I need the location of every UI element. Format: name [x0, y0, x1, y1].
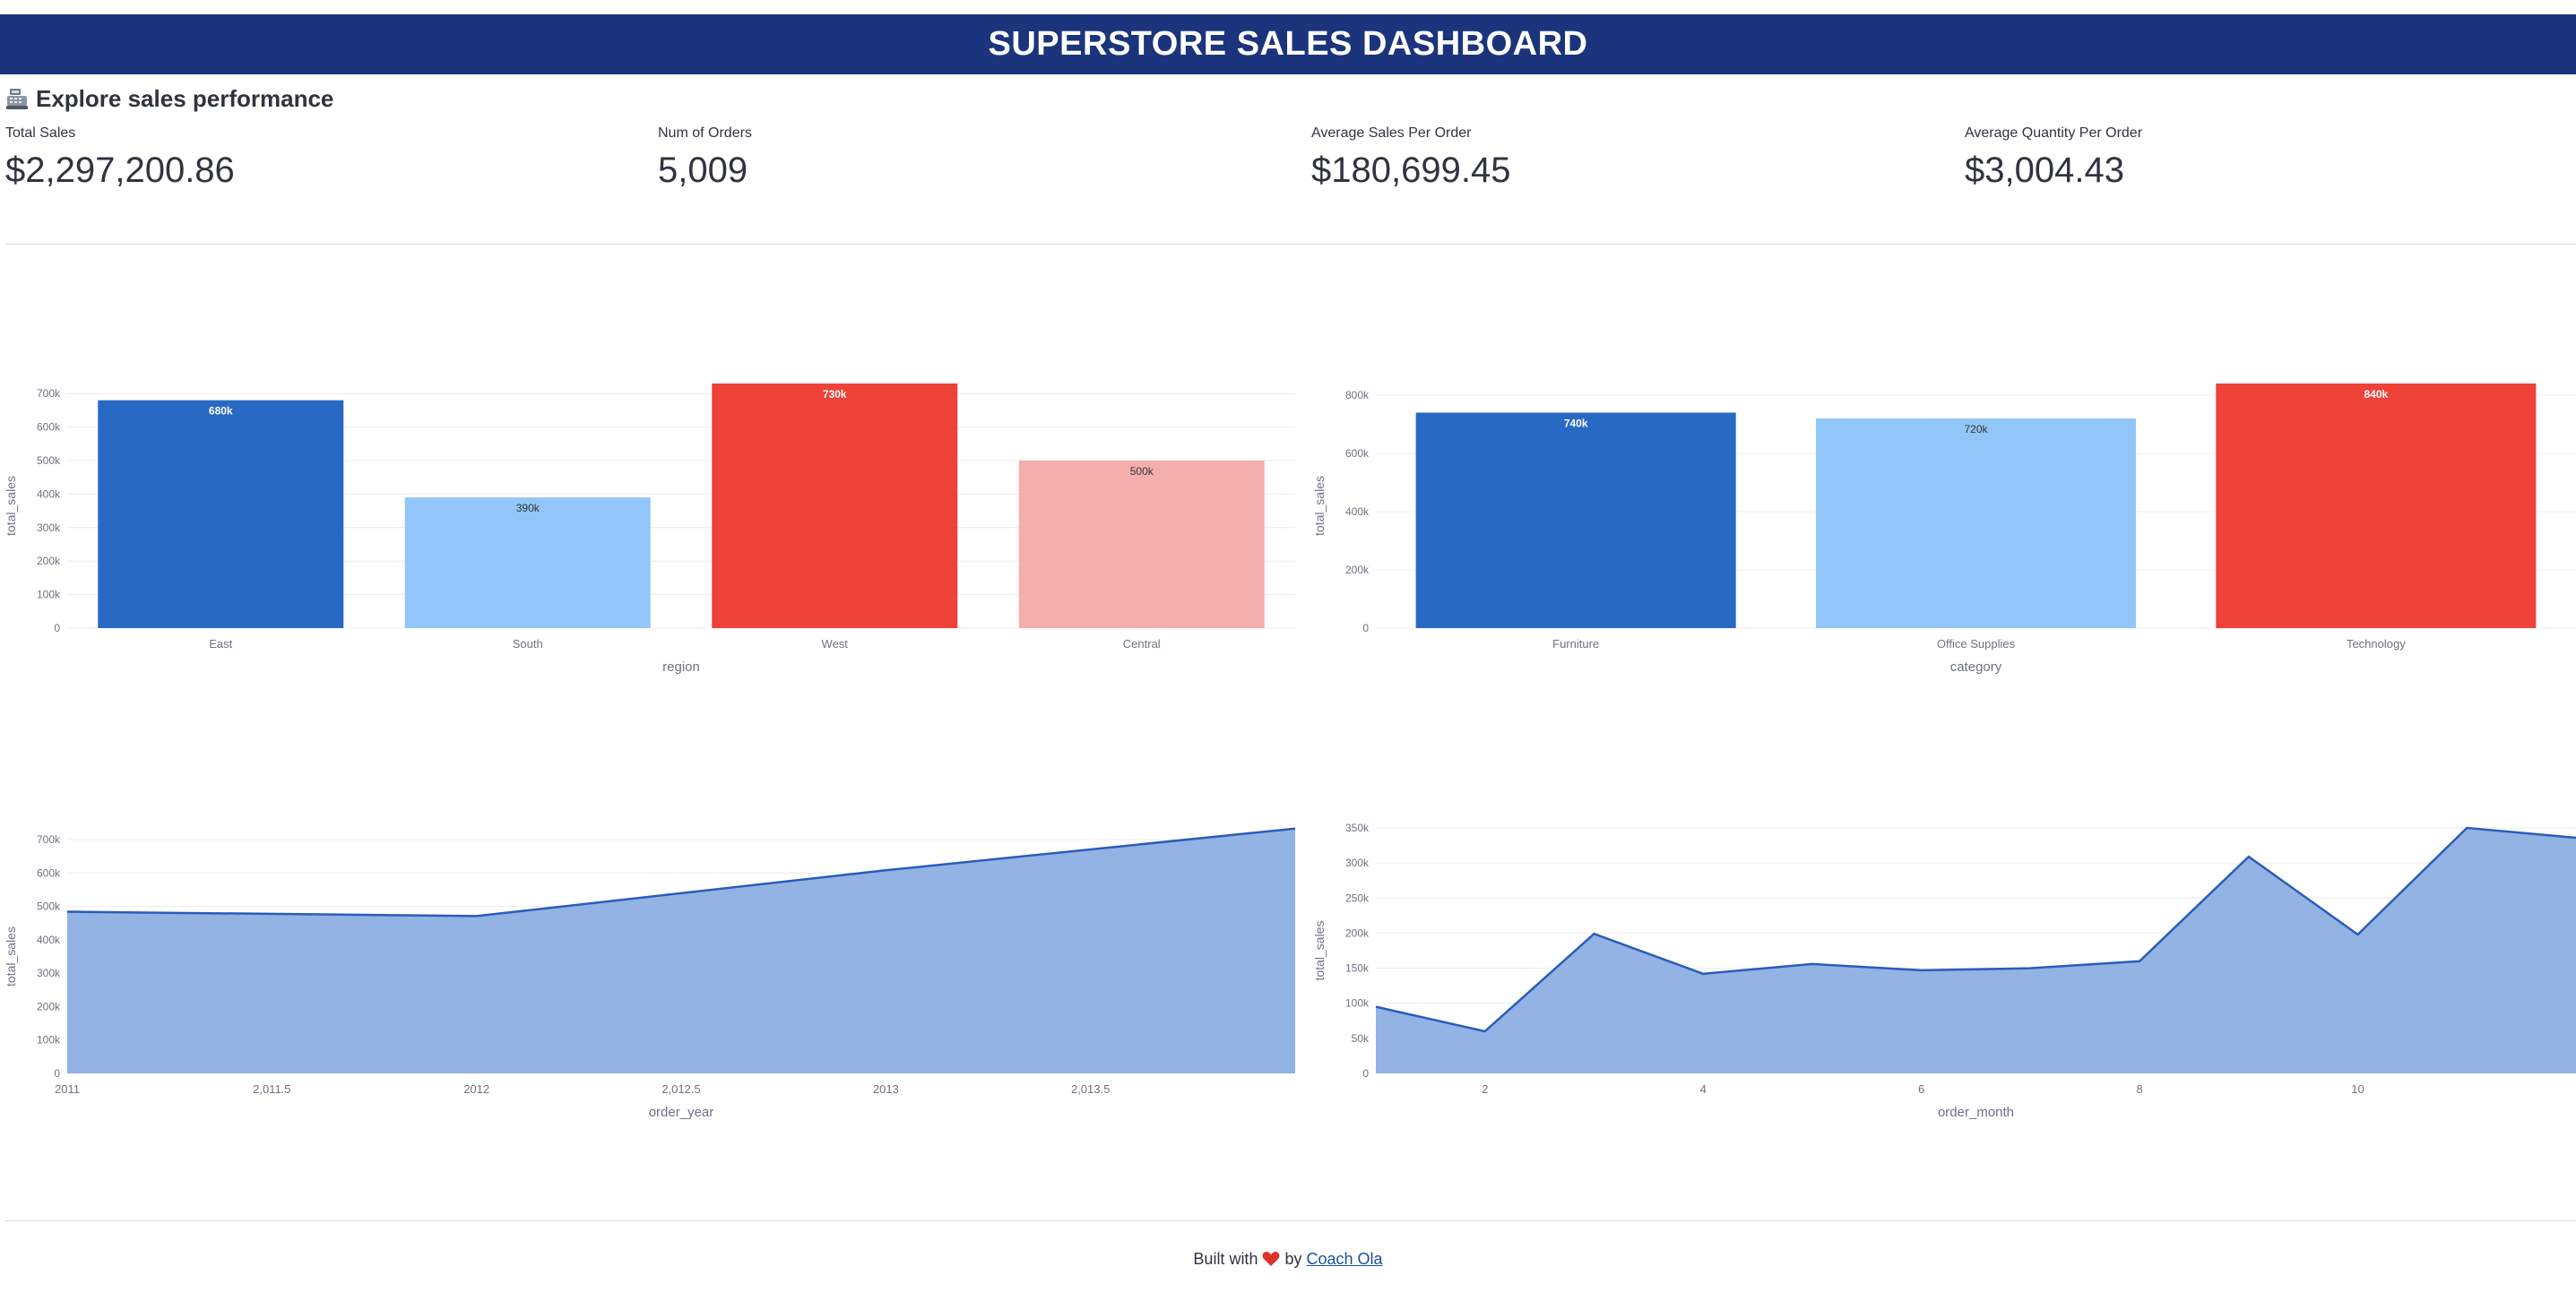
- y-tick-label: 0: [54, 1067, 60, 1080]
- x-axis-title: order_month: [1938, 1105, 2014, 1120]
- bar: [2216, 383, 2537, 628]
- bar-data-label: 740k: [1564, 418, 1588, 430]
- x-tick-label: 6: [1918, 1082, 1924, 1096]
- metric-avg-sales-per-order: Average Sales Per Order $180,699.45: [1311, 125, 1849, 191]
- x-axis-title: order_year: [649, 1105, 714, 1120]
- metric-label: Num of Orders: [658, 125, 752, 141]
- y-tick-label: 100k: [37, 1034, 61, 1047]
- x-axis-title: category: [1950, 659, 2002, 675]
- dashboard-title: SUPERSTORE SALES DASHBOARD: [988, 25, 1588, 63]
- bar-data-label: 720k: [1964, 423, 1988, 435]
- x-tick-label: 10: [2351, 1082, 2364, 1096]
- y-tick-label: 500k: [37, 900, 61, 913]
- y-tick-label: 600k: [37, 421, 61, 434]
- metric-label: Total Sales: [5, 125, 76, 141]
- bar: [712, 383, 958, 628]
- y-tick-label: 400k: [1345, 505, 1370, 518]
- metric-avg-quantity-per-order: Average Quantity Per Order $3,004.43: [1965, 125, 2503, 191]
- x-tick-label: 2,012.5: [661, 1082, 700, 1096]
- y-tick-label: 400k: [37, 934, 61, 946]
- metric-value: $3,004.43: [1965, 151, 2124, 190]
- divider: [5, 1220, 2576, 1221]
- y-axis-title: total_sales: [1312, 921, 1327, 981]
- subheader: Explore sales performance: [5, 81, 333, 116]
- metric-value: 5,009: [658, 151, 748, 190]
- bar: [98, 400, 344, 628]
- x-tick-label: 2011: [55, 1082, 80, 1096]
- y-tick-label: 300k: [37, 967, 61, 979]
- y-tick-label: 600k: [1345, 447, 1370, 460]
- bar: [1018, 461, 1265, 628]
- x-tick-label: West: [822, 637, 849, 650]
- x-tick-label: South: [513, 637, 543, 650]
- bar: [1415, 412, 1736, 628]
- y-tick-label: 400k: [37, 487, 61, 500]
- metric-label: Average Sales Per Order: [1311, 125, 1472, 141]
- sales-by-year-chart[interactable]: 0 100k 200k 300k 400k 500k 600k 700k total_sales…: [0, 806, 1309, 1129]
- bar-data-label: 500k: [1130, 465, 1154, 478]
- bar-data-label: 840k: [2364, 388, 2388, 401]
- footer-prefix: Built with: [1193, 1250, 1258, 1268]
- y-tick-label: 300k: [37, 521, 61, 534]
- metric-total-sales: Total Sales $2,297,200.86: [5, 125, 543, 191]
- metric-value: $2,297,200.86: [5, 151, 235, 190]
- bar-data-label: 680k: [209, 405, 233, 418]
- y-tick-label: 200k: [37, 1000, 61, 1012]
- y-tick-label: 500k: [37, 454, 61, 467]
- x-tick-label: Office Supplies: [1937, 637, 2016, 650]
- sales-by-category-chart[interactable]: 0 200k 400k 600k 800k total_sales 740k Furnitur…: [1309, 358, 2576, 690]
- x-tick-label: 2,011.5: [253, 1082, 290, 1096]
- sales-by-region-chart[interactable]: 0 100k 200k 300k 400k 500k 600k 700k total_sales…: [0, 358, 1309, 690]
- x-tick-label: Technology: [2347, 637, 2406, 650]
- y-tick-label: 150k: [1345, 962, 1370, 975]
- dashboard-title-banner: SUPERSTORE SALES DASHBOARD: [0, 14, 2576, 74]
- y-tick-label: 200k: [37, 555, 61, 567]
- y-tick-label: 0: [1362, 1067, 1369, 1080]
- x-tick-label: Central: [1123, 637, 1161, 650]
- y-axis-title: total_sales: [4, 926, 18, 987]
- y-tick-label: 350k: [1345, 822, 1370, 834]
- x-axis-title: region: [662, 659, 700, 675]
- y-axis-title: total_sales: [1312, 476, 1327, 536]
- x-tick-label: 2,013.5: [1071, 1082, 1110, 1096]
- y-tick-label: 50k: [1352, 1032, 1370, 1045]
- x-tick-label: 4: [1700, 1082, 1707, 1096]
- y-tick-label: 200k: [1345, 564, 1370, 576]
- y-axis-title: total_sales: [4, 476, 18, 536]
- footer: Built with by Coach Ola: [0, 1250, 2576, 1271]
- y-tick-label: 200k: [1345, 926, 1370, 939]
- area-fill: [1376, 828, 2576, 1073]
- x-tick-label: Furniture: [1552, 637, 1599, 650]
- author-link[interactable]: Coach Ola: [1307, 1250, 1383, 1268]
- x-tick-label: 2013: [873, 1082, 899, 1096]
- y-tick-label: 600k: [37, 866, 61, 879]
- cash-register-icon: [5, 87, 29, 110]
- y-tick-label: 300k: [1345, 857, 1370, 869]
- x-tick-label: 2012: [463, 1082, 489, 1096]
- metric-label: Average Quantity Per Order: [1965, 125, 2143, 141]
- y-tick-label: 0: [54, 622, 60, 634]
- y-tick-label: 250k: [1345, 892, 1370, 904]
- area-fill: [67, 828, 1295, 1073]
- bar: [404, 497, 651, 628]
- metric-value: $180,699.45: [1311, 151, 1511, 190]
- y-tick-label: 100k: [1345, 997, 1370, 1010]
- metric-num-orders: Num of Orders 5,009: [658, 125, 1196, 191]
- sales-by-month-chart[interactable]: 0 50k 100k 150k 200k 250k 300k 350k total_sales 2…: [1309, 806, 2576, 1129]
- divider: [5, 244, 2576, 245]
- x-tick-label: East: [209, 637, 232, 650]
- y-tick-label: 700k: [37, 387, 61, 400]
- y-tick-label: 700k: [37, 833, 61, 846]
- y-tick-label: 100k: [37, 589, 61, 601]
- bar-data-label: 730k: [823, 388, 847, 401]
- bar-data-label: 390k: [516, 502, 540, 514]
- subheader-text: Explore sales performance: [36, 84, 334, 112]
- heart-icon: [1262, 1251, 1280, 1271]
- y-tick-label: 800k: [1345, 389, 1370, 401]
- x-tick-label: 2: [1482, 1082, 1488, 1096]
- bar: [1815, 418, 2137, 628]
- x-tick-label: 8: [2136, 1082, 2142, 1096]
- footer-by: by: [1284, 1250, 1302, 1268]
- y-tick-label: 0: [1362, 622, 1369, 634]
